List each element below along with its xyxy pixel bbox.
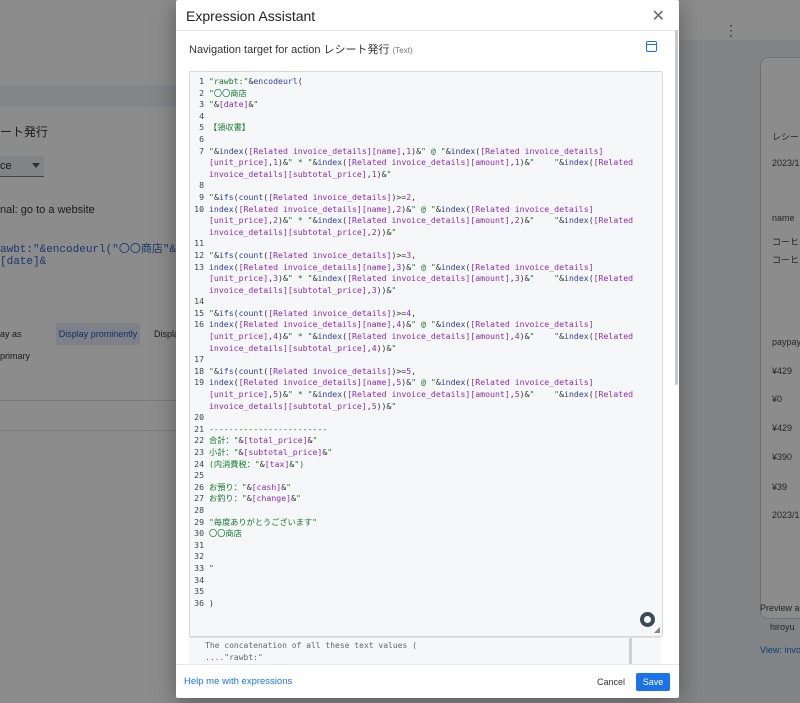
assistant-bubble-icon[interactable] bbox=[640, 612, 655, 627]
code-line: invoice_details][subtotal_price],4))&" bbox=[209, 342, 397, 353]
code-line: 12 "&ifs(count([Related invoice_details])… bbox=[194, 249, 417, 260]
code-line: 35 bbox=[194, 586, 204, 597]
code-line: 10 index([Related invoice_details][name],… bbox=[194, 203, 594, 214]
divider bbox=[176, 664, 679, 665]
code-line: 25 bbox=[194, 470, 204, 481]
code-line: 26 お預り："&[cash]&" bbox=[194, 481, 292, 492]
code-line: 23 小計："&[subtotal_price]&" bbox=[194, 447, 333, 457]
code-line: invoice_details][subtotal_price],2))&" bbox=[209, 226, 397, 237]
expression-editor[interactable]: 1 "rawbt:"&encodeurl( 2 "〇〇商店 3 "&[date]&" … bbox=[189, 71, 663, 637]
code-line: [unit_price],4)&" * "&index([Related inv… bbox=[209, 331, 634, 342]
code-line: 21 ------------------------ bbox=[194, 423, 328, 434]
code-line: 4 bbox=[199, 110, 204, 121]
save-button[interactable]: Save bbox=[636, 673, 670, 691]
code-line: 20 bbox=[194, 412, 204, 423]
result-preview: The concatenation of all these text valu… bbox=[189, 637, 661, 664]
preview-line: The concatenation of all these text valu… bbox=[205, 641, 417, 650]
dialog-scrollbar[interactable] bbox=[675, 30, 678, 385]
code-line: 5 【領収書】 bbox=[199, 122, 250, 133]
navigation-target-label: Navigation target for action レシート発行 (Tex… bbox=[189, 44, 413, 56]
code-line: 18 "&ifs(count([Related invoice_details])… bbox=[194, 365, 417, 376]
preview-scrollbar[interactable] bbox=[629, 638, 632, 664]
cancel-button[interactable]: Cancel bbox=[586, 673, 636, 691]
code-line: 8 bbox=[199, 180, 204, 191]
type-hint: (Text) bbox=[392, 46, 413, 55]
preview-line: ...."rawbt:" bbox=[205, 653, 263, 662]
code-line: 7 "&index([Related invoice_details][name]… bbox=[199, 145, 604, 156]
code-line: [unit_price],3)&" * "&index([Related inv… bbox=[209, 273, 634, 284]
code-line: 31 bbox=[194, 539, 204, 550]
code-line: [unit_price],1)&" * "&index([Related inv… bbox=[209, 157, 634, 168]
expression-assistant-dialog: Expression Assistant ✕ Navigation target… bbox=[176, 0, 679, 698]
code-line: 11 bbox=[194, 238, 204, 249]
code-line: 30 〇〇商店 bbox=[194, 528, 242, 539]
code-line: 14 bbox=[194, 296, 204, 307]
code-line: [unit_price],5)&" * "&index([Related inv… bbox=[209, 389, 634, 400]
code-line: 33 " bbox=[194, 562, 214, 573]
code-line: 9 "&ifs(count([Related invoice_details])>… bbox=[199, 191, 417, 202]
help-expressions-link[interactable]: Help me with expressions bbox=[184, 676, 292, 687]
code-line: 6 bbox=[199, 133, 204, 144]
code-line: 24 (内消費税："&[tax]&") bbox=[194, 458, 305, 469]
code-line: 28 bbox=[194, 504, 204, 515]
resize-handle-icon[interactable]: ◢ bbox=[654, 625, 660, 634]
code-line: 34 bbox=[194, 574, 204, 585]
code-line: 16 index([Related invoice_details][name],… bbox=[194, 319, 594, 330]
code-line: 32 bbox=[194, 551, 204, 562]
code-line: 29 "毎度ありがとうございます" bbox=[194, 516, 318, 527]
code-line: 36) bbox=[194, 597, 214, 608]
code-line: 27 お釣り："&[change]&" bbox=[194, 493, 301, 504]
code-line: invoice_details][subtotal_price],1)&" bbox=[209, 168, 392, 179]
dialog-title: Expression Assistant bbox=[186, 8, 316, 24]
code-area[interactable]: 1 "rawbt:"&encodeurl( 2 "〇〇商店 3 "&[date]&" … bbox=[190, 76, 633, 609]
code-line: 19 index([Related invoice_details][name],… bbox=[194, 377, 594, 388]
code-line: 22 合計："&[total_price]&" bbox=[194, 435, 318, 446]
calendar-icon[interactable] bbox=[646, 41, 657, 52]
code-line: invoice_details][subtotal_price],3))&" bbox=[209, 284, 397, 295]
code-line: 13 index([Related invoice_details][name],… bbox=[194, 261, 594, 272]
divider bbox=[176, 30, 679, 31]
code-line: 15 "&ifs(count([Related invoice_details])… bbox=[194, 307, 417, 318]
close-icon[interactable]: ✕ bbox=[652, 6, 665, 26]
code-line: [unit_price],2)&" * "&index([Related inv… bbox=[209, 215, 634, 226]
code-line: 3 "&[date]&" bbox=[199, 99, 259, 110]
code-line: 1 "rawbt:"&encodeurl( bbox=[199, 76, 303, 86]
code-line: 17 bbox=[194, 354, 204, 365]
code-line: invoice_details][subtotal_price],5))&" bbox=[209, 400, 397, 411]
code-line: 2 "〇〇商店 bbox=[199, 87, 247, 98]
